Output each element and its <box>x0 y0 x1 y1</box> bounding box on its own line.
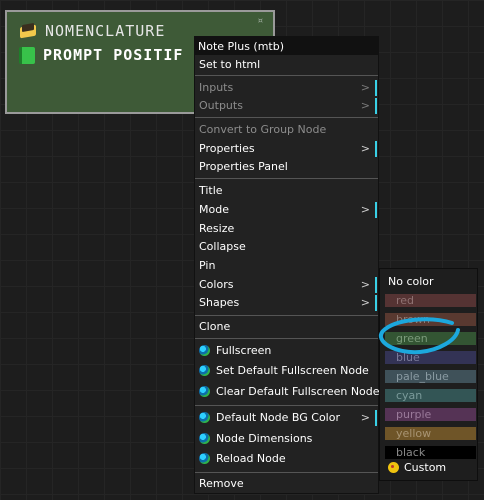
submenu-indicator <box>375 295 377 311</box>
menu-item-clear-default-fullscreen[interactable]: Clear Default Fullscreen Node <box>199 384 380 400</box>
globe-icon <box>199 412 210 423</box>
color-option-custom[interactable]: Custom <box>388 461 446 474</box>
submenu-arrow-icon: > <box>360 99 370 112</box>
submenu-indicator <box>375 277 377 293</box>
color-option-brown[interactable]: brown <box>385 313 476 326</box>
globe-icon <box>199 365 210 376</box>
color-option-cyan[interactable]: cyan <box>385 389 476 402</box>
submenu-indicator <box>375 202 377 218</box>
node-text-prompt: PROMPT POSITIF <box>43 46 184 64</box>
submenu-indicator <box>375 80 377 96</box>
color-option-purple[interactable]: purple <box>385 408 476 421</box>
menu-item-default-node-bg-color[interactable]: Default Node BG Color <box>199 410 340 426</box>
submenu-arrow-icon: > <box>360 81 370 94</box>
context-menu-title: Note Plus (mtb) <box>195 37 378 55</box>
menu-item-collapse[interactable]: Collapse <box>199 239 246 255</box>
color-option-none[interactable]: No color <box>388 275 434 288</box>
color-option-black[interactable]: black <box>385 446 476 459</box>
menu-item-clone[interactable]: Clone <box>199 319 230 335</box>
submenu-arrow-icon: > <box>360 278 370 291</box>
menu-separator <box>195 472 378 473</box>
menu-item-fullscreen[interactable]: Fullscreen <box>199 343 271 359</box>
menu-item-inputs[interactable]: Inputs <box>199 80 233 96</box>
menu-item-resize[interactable]: Resize <box>199 221 234 237</box>
menu-item-outputs[interactable]: Outputs <box>199 98 243 114</box>
globe-icon <box>199 386 210 397</box>
menu-item-colors[interactable]: Colors <box>199 277 233 293</box>
menu-item-pin[interactable]: Pin <box>199 258 215 274</box>
color-option-green[interactable]: green <box>385 332 476 345</box>
node-text-nomenclature: NOMENCLATURE <box>45 22 166 40</box>
color-option-pale-blue[interactable]: pale_blue <box>385 370 476 383</box>
color-option-blue[interactable]: blue <box>385 351 476 364</box>
context-menu: Note Plus (mtb) Set to html Inputs > Out… <box>194 36 380 494</box>
green-book-icon <box>19 46 35 64</box>
colors-submenu: No color red brown green blue pale_bluecyan p… <box>379 268 478 481</box>
node-collapse-icon[interactable]: ¤ <box>258 16 263 25</box>
node-line-2: PROMPT POSITIF <box>19 46 183 64</box>
globe-icon <box>199 345 210 356</box>
menu-item-reload-node[interactable]: Reload Node <box>199 451 286 467</box>
menu-item-remove[interactable]: Remove <box>199 476 244 492</box>
submenu-indicator <box>375 410 377 426</box>
menu-item-title[interactable]: Title <box>199 183 223 199</box>
submenu-arrow-icon: > <box>360 296 370 309</box>
menu-separator <box>195 405 378 406</box>
submenu-indicator <box>375 98 377 114</box>
menu-item-set-to-html[interactable]: Set to html <box>199 57 260 73</box>
submenu-indicator <box>375 141 377 157</box>
node-line-1: NOMENCLATURE <box>19 22 165 40</box>
color-option-yellow[interactable]: yellow <box>385 427 476 440</box>
menu-item-mode[interactable]: Mode <box>199 202 229 218</box>
globe-icon <box>199 453 210 464</box>
menu-separator <box>195 338 378 339</box>
book-icon <box>19 22 37 40</box>
menu-separator <box>195 178 378 179</box>
palette-icon <box>388 462 399 473</box>
menu-item-node-dimensions[interactable]: Node Dimensions <box>199 431 312 447</box>
color-option-red[interactable]: red <box>385 294 476 307</box>
menu-item-convert-to-group-node[interactable]: Convert to Group Node <box>199 122 326 138</box>
submenu-arrow-icon: > <box>360 411 370 424</box>
submenu-arrow-icon: > <box>360 142 370 155</box>
submenu-arrow-icon: > <box>360 203 370 216</box>
menu-separator <box>195 315 378 316</box>
menu-item-properties-panel[interactable]: Properties Panel <box>199 159 288 175</box>
menu-item-shapes[interactable]: Shapes <box>199 295 239 311</box>
menu-separator <box>195 117 378 118</box>
menu-separator <box>195 75 378 76</box>
globe-icon <box>199 433 210 444</box>
menu-item-set-default-fullscreen[interactable]: Set Default Fullscreen Node <box>199 363 369 379</box>
menu-item-properties[interactable]: Properties <box>199 141 255 157</box>
